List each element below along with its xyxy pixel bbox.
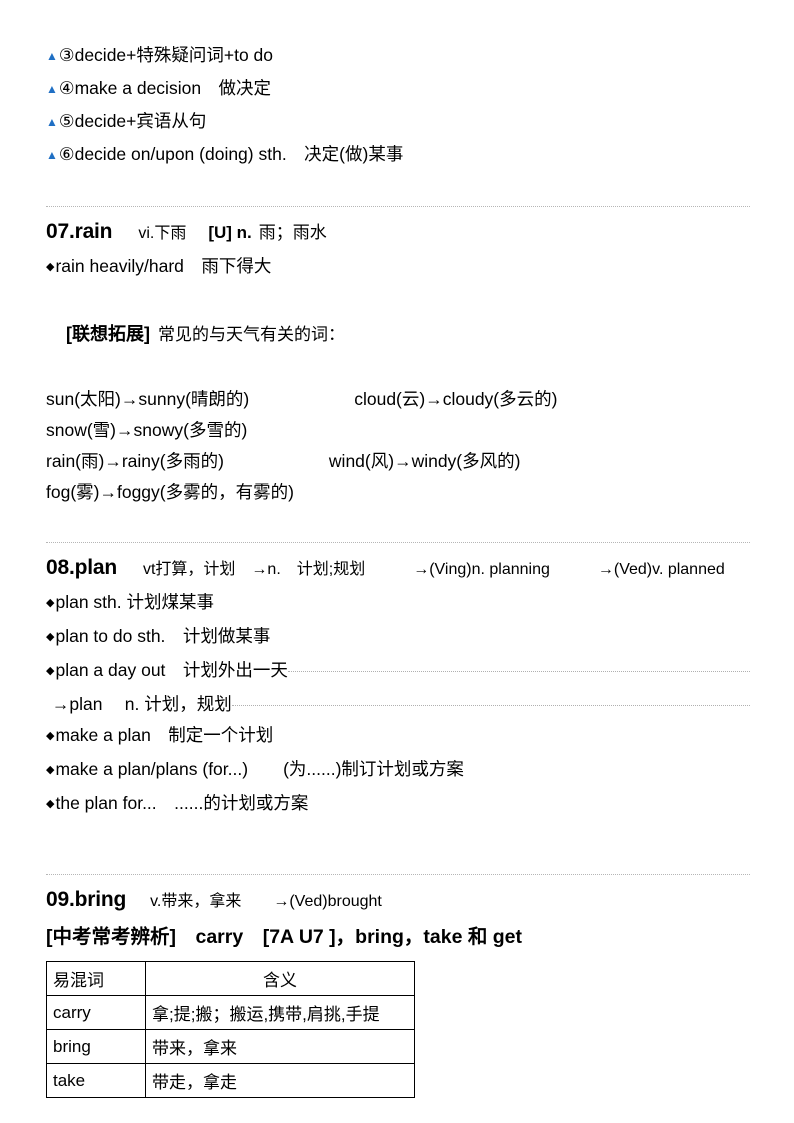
- phrase-item: ◆ plan sth. 计划煤某事: [46, 587, 750, 621]
- weather-word-line: sun(太阳)→sunny(晴朗的) cloud(云)→cloudy(多云的) …: [46, 389, 663, 440]
- phrase-text: plan to do sth. 计划做某事: [55, 626, 271, 646]
- phrase-text: make a plan/plans (for...) (为......)制订计划…: [55, 759, 464, 779]
- expansion-tag-line: [联想拓展] 常见的与天气有关的词：: [46, 285, 750, 384]
- table-header-cell: 易混词: [46, 961, 146, 996]
- phrase-text: the plan for... ......的计划或方案: [55, 793, 309, 813]
- item-text: decide+特殊疑问词+to do: [74, 45, 274, 65]
- diamond-bullet-icon: ◆: [46, 261, 55, 273]
- item-number: ④: [58, 78, 75, 98]
- entry-number: 08.plan: [46, 556, 117, 579]
- item-number: ⑤: [58, 111, 75, 131]
- decide-item: ▲ ③ decide+特殊疑问词+to do: [46, 40, 750, 73]
- phrase-item: ◆ plan a day out 计划外出一天: [46, 655, 750, 689]
- phrase-text: plan sth. 计划煤某事: [55, 592, 214, 612]
- triangle-bullet-icon: ▲: [46, 82, 58, 96]
- table-cell-word: take: [46, 1063, 146, 1098]
- phrase-item: ◆ the plan for... ......的计划或方案: [46, 788, 750, 822]
- table-cell-word: carry: [46, 995, 146, 1030]
- table-cell-meaning: 带走，拿走: [145, 1063, 415, 1098]
- entry-pos: v.带来，拿来 →(Ved)brought: [150, 893, 382, 910]
- entry-countability: [U] n.: [208, 223, 252, 242]
- dotted-underline: [287, 671, 750, 672]
- diamond-bullet-icon: ◆: [46, 798, 55, 810]
- entry-meaning: 雨；雨水: [258, 223, 327, 242]
- dotted-underline: [231, 705, 750, 706]
- table-cell-word: bring: [46, 1029, 146, 1064]
- table-cell-meaning: 带来，拿来: [145, 1029, 415, 1064]
- expansion-tag-label: [联想拓展]: [66, 324, 151, 344]
- decide-item: ▲ ⑤ decide+宾语从句: [46, 106, 750, 139]
- diamond-bullet-icon: ◆: [46, 764, 55, 776]
- item-text: decide on/upon (doing) sth. 决定(做)某事: [74, 144, 404, 164]
- table-row: carry 拿;提;搬；搬运,携带,肩挑,手提: [46, 995, 415, 1030]
- entry-heading-bring: 09.bring v.带来，拿来 →(Ved)brought: [46, 883, 750, 919]
- comparison-table: 易混词 含义 carry 拿;提;搬；搬运,携带,肩挑,手提 bring 带来，…: [46, 961, 415, 1098]
- diamond-bullet-icon: ◆: [46, 631, 55, 643]
- decide-item: ▲ ⑥ decide on/upon (doing) sth. 决定(做)某事: [46, 139, 750, 172]
- weather-word-line: fog(雾)→foggy(多雾的，有雾的): [46, 482, 294, 502]
- decide-item: ▲ ④ make a decision 做决定: [46, 73, 750, 106]
- expansion-tag-text: 常见的与天气有关的词：: [158, 325, 346, 344]
- entry-number: 07.rain: [46, 220, 113, 243]
- phrase-item: ◆ make a plan/plans (for...) (为......)制订计…: [46, 754, 750, 788]
- table-row: take 带走，拿走: [46, 1063, 415, 1098]
- phrase-text: rain heavily/hard 雨下得大: [55, 256, 272, 276]
- entry-number: 09.bring: [46, 888, 127, 911]
- entry-heading-plan: 08.plan vt打算，计划 →n. 计划;规划 →(Ving)n. plann…: [46, 551, 750, 587]
- item-number: ⑥: [58, 144, 75, 164]
- phrase-text: →plan n. 计划，规划: [47, 694, 232, 714]
- triangle-bullet-icon: ▲: [46, 148, 58, 162]
- triangle-bullet-icon: ▲: [46, 49, 58, 63]
- entry-pos: vt打算，计划 →n. 计划;规划 →(Ving)n. planning →(V…: [142, 561, 725, 578]
- table-header-cell: 含义: [145, 961, 415, 996]
- table-header-row: 易混词 含义: [46, 961, 415, 996]
- phrase-text: make a plan 制定一个计划: [55, 725, 274, 745]
- analysis-heading: [中考常考辨析] carry [7A U7 ]，bring，take 和 get: [46, 926, 523, 948]
- diamond-bullet-icon: ◆: [46, 665, 55, 677]
- phrase-item: ◆ make a plan 制定一个计划: [46, 720, 750, 754]
- item-number: ③: [58, 45, 75, 65]
- table-cell-meaning: 拿;提;搬；搬运,携带,肩挑,手提: [145, 995, 415, 1030]
- phrase-item: ◆ rain heavily/hard 雨下得大: [46, 251, 750, 285]
- phrase-item: →plan n. 计划，规划: [46, 689, 750, 720]
- item-text: make a decision 做决定: [74, 78, 272, 98]
- item-text: decide+宾语从句: [74, 111, 207, 131]
- triangle-bullet-icon: ▲: [46, 115, 58, 129]
- diamond-bullet-icon: ◆: [46, 597, 55, 609]
- entry-heading-rain: 07.rain vi.下雨 [U] n. 雨；雨水: [46, 215, 750, 251]
- diamond-bullet-icon: ◆: [46, 730, 55, 742]
- phrase-text: plan a day out 计划外出一天: [55, 660, 288, 680]
- phrase-item: ◆ plan to do sth. 计划做某事: [46, 621, 750, 655]
- table-row: bring 带来，拿来: [46, 1029, 415, 1064]
- decide-item-list: ▲ ③ decide+特殊疑问词+to do ▲ ④ make a decision 做…: [46, 40, 750, 172]
- weather-word-line: rain(雨)→rainy(多雨的) wind(风)→windy(多风的): [46, 451, 521, 471]
- entry-pos: vi.下雨: [138, 225, 187, 242]
- document-page: ▲ ③ decide+特殊疑问词+to do ▲ ④ make a decision 做…: [0, 0, 794, 1123]
